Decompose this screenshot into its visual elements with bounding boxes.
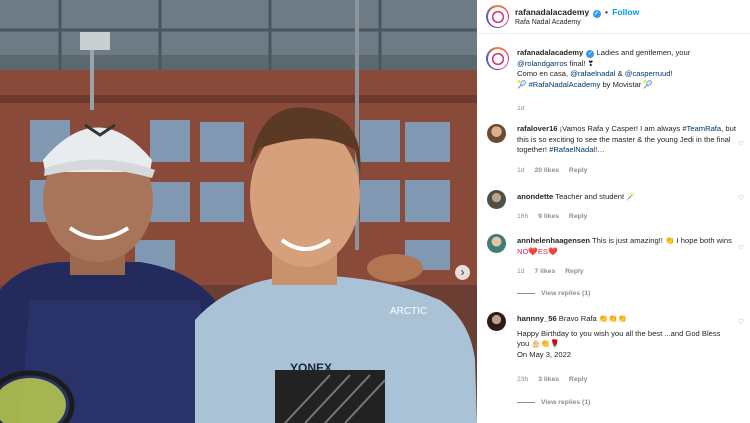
comment-avatar[interactable] — [487, 190, 506, 209]
post-header: rafanadalacademy ✓ • Follow Rafa Nadal A… — [477, 0, 750, 34]
caption-username[interactable]: rafanadalacademy — [517, 48, 583, 57]
post-side-panel: rafanadalacademy ✓ • Follow Rafa Nadal A… — [477, 0, 750, 423]
caption-time: 1d — [517, 105, 525, 112]
header-subtitle: Rafa Nadal Academy — [515, 19, 581, 26]
post-photo: YONEX ARCTIC › — [0, 0, 477, 423]
comment-username[interactable]: rafalover16 — [517, 124, 558, 133]
photo-illustration: YONEX ARCTIC — [0, 0, 477, 423]
hashtag-rafaelnadal[interactable]: #RafaelNadal — [549, 145, 595, 154]
comment-text: anondette Teacher and student 🪄 — [517, 192, 636, 201]
academy-logo-icon — [488, 49, 507, 68]
heart-icon[interactable]: ♡ — [738, 244, 744, 252]
shirt-brand-text: YONEX — [290, 361, 332, 375]
heart-icon[interactable]: ♡ — [738, 194, 744, 202]
comment-meta: 23h 3 likes Reply — [517, 376, 588, 383]
heart-icon[interactable]: ♡ — [738, 318, 744, 326]
reply-button[interactable]: Reply — [565, 268, 584, 275]
verified-badge-icon: ✓ — [592, 10, 601, 18]
comment-text: annhelenhaagensen This is just amazing!!… — [517, 236, 732, 256]
reply-button[interactable]: Reply — [569, 376, 588, 383]
academy-logo-icon — [488, 7, 507, 26]
reply-button[interactable]: Reply — [569, 213, 588, 220]
reply-button[interactable]: Reply — [569, 167, 588, 174]
comment-username[interactable]: annhelenhaagensen — [517, 236, 590, 245]
comment-avatar[interactable] — [487, 312, 506, 331]
next-arrow-icon[interactable]: › — [455, 265, 470, 280]
comment-meta: 1d 20 likes Reply — [517, 167, 588, 174]
caption-text: rafanadalacademy ✓ Ladies and gentlemen,… — [517, 48, 691, 89]
shirt-logo-text: ARCTIC — [390, 306, 427, 317]
header-username[interactable]: rafanadalacademy — [515, 7, 589, 17]
comment-username[interactable]: hannny_56 — [517, 314, 557, 323]
verified-badge-icon: ✓ — [586, 50, 595, 58]
comment-meta: 1d 7 likes Reply — [517, 268, 584, 275]
comment-avatar[interactable] — [487, 124, 506, 143]
mention-casperruud[interactable]: @casperruud — [625, 69, 671, 78]
comment-avatar[interactable] — [487, 234, 506, 253]
mention-rolandgarros[interactable]: @rolandgarros — [517, 59, 567, 68]
comment-meta: 16h 9 likes Reply — [517, 213, 588, 220]
view-replies-button[interactable]: View replies (1) — [517, 399, 590, 406]
view-replies-button[interactable]: View replies (1) — [517, 290, 590, 297]
caption-avatar[interactable] — [486, 47, 509, 70]
follow-button[interactable]: Follow — [612, 7, 639, 17]
comment-text: rafalover16 ¡Vamos Rafa y Casper! I am a… — [517, 124, 736, 154]
header-username-row: rafanadalacademy ✓ • Follow — [515, 7, 640, 18]
heart-icon[interactable]: ♡ — [738, 140, 744, 148]
account-avatar[interactable] — [486, 5, 509, 28]
hashtag-teamrafa[interactable]: #TeamRafa — [682, 124, 721, 133]
caption-meta: 1d — [517, 105, 533, 112]
comment-text: hannny_56 Bravo Rafa 👏👏👏 Happy Birthday … — [517, 314, 721, 359]
mention-rafaelnadal[interactable]: @rafaelnadal — [570, 69, 615, 78]
hashtag-rafanadalacademy[interactable]: #RafaNadalAcademy — [529, 80, 601, 89]
comment-username[interactable]: anondette — [517, 192, 553, 201]
